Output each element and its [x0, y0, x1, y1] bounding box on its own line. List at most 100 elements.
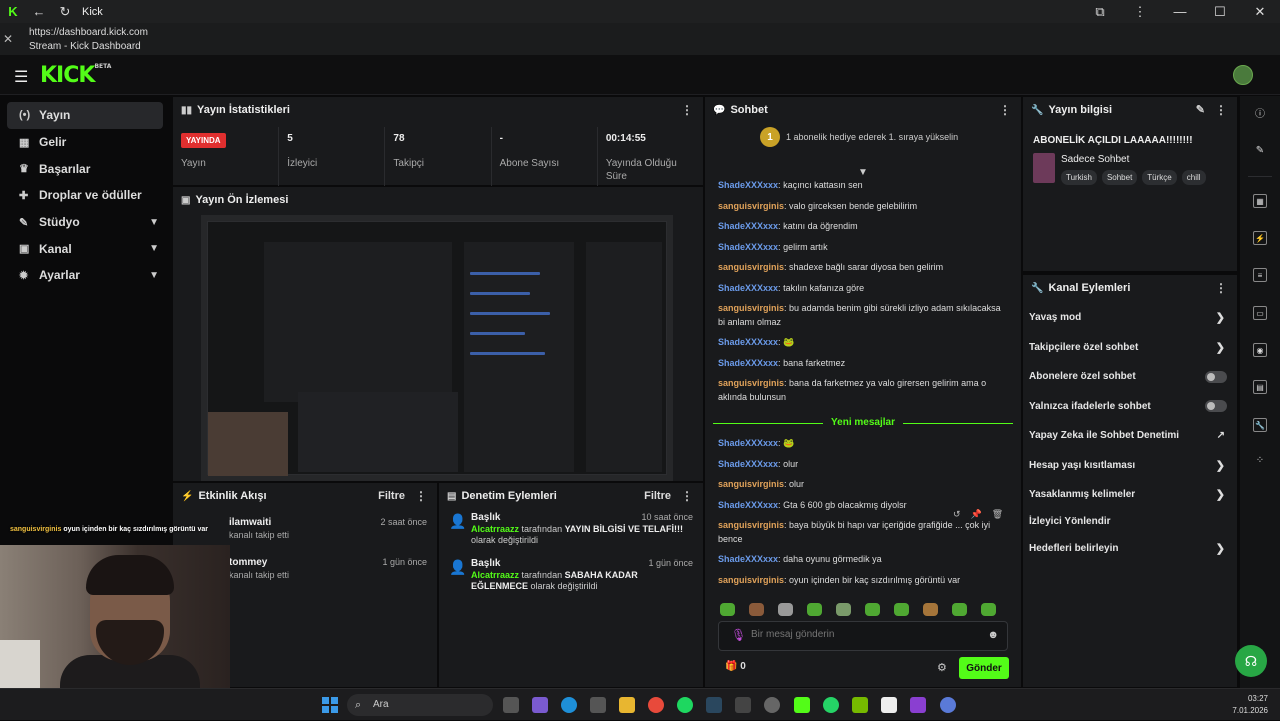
emote-icon[interactable] [981, 603, 996, 616]
pencil-icon[interactable]: ✎ [1253, 144, 1267, 158]
activity-filter-button[interactable]: Filtre [378, 490, 405, 502]
new-messages-divider: Yeni mesajlar [713, 417, 1013, 429]
right-rail: ⓘ ✎ ▦ ⚡ ≡ ▭ ◉ ▤ 🔧 ⁘ [1240, 96, 1280, 688]
moderation-filter-button[interactable]: Filtre [644, 490, 671, 502]
taskbar-app-icon[interactable] [735, 697, 751, 713]
delete-icon[interactable]: 🗑 [992, 509, 1003, 520]
moderation-panel: ▤ Denetim Eylemleri Filtre ⋮ 👤 Başlık 10 sa… [438, 482, 704, 688]
hamburger-menu-icon[interactable]: ☰ [14, 67, 28, 87]
close-icon[interactable]: ✕ [1240, 0, 1280, 23]
emotes-only-toggle[interactable] [1205, 400, 1227, 413]
taskbar-app-icon[interactable] [619, 697, 635, 713]
action-raid[interactable]: İzleyici Yönlendir [1023, 510, 1237, 534]
list-icon[interactable]: ≡ [1253, 268, 1267, 282]
kebab-icon[interactable]: ⋮ [1215, 281, 1227, 295]
points-display[interactable]: 🎁 0 [725, 661, 746, 672]
taskbar-app-icon[interactable] [823, 697, 839, 713]
preview-screen [207, 221, 667, 476]
moderation-icon[interactable]: ▤ [1253, 380, 1267, 394]
emote-icon[interactable] [865, 603, 880, 616]
reply-icon[interactable]: ↺ [953, 509, 961, 520]
overlay-chat-message: sanguisvirginis oyun içinden bir kaç sız… [10, 526, 209, 533]
sidebar-item-kanal[interactable]: ▣ Kanal ▼ [7, 235, 163, 262]
kebab-icon[interactable]: ⋮ [999, 103, 1011, 117]
taskbar-app-icon[interactable] [677, 697, 693, 713]
maximize-icon[interactable]: ☐ [1200, 0, 1240, 23]
microphone-icon[interactable]: 🎙 [731, 628, 746, 642]
taskbar-app-icon[interactable] [940, 697, 956, 713]
kebab-icon[interactable]: ⋮ [415, 489, 427, 503]
taskbar-app-icon[interactable] [503, 697, 519, 713]
emoji-icon[interactable]: ☻ [987, 629, 999, 641]
menu-icon[interactable]: ⋮ [1120, 0, 1160, 23]
wrench-icon[interactable]: 🔧 [1253, 418, 1267, 432]
edit-icon[interactable]: ✎ [1196, 103, 1205, 116]
minimize-icon[interactable]: — [1160, 0, 1200, 23]
kick-logo[interactable]: KICKBETA [40, 63, 111, 88]
refresh-icon[interactable]: ↻ [52, 0, 78, 23]
action-ai-moderation[interactable]: Yapay Zeka ile Sohbet Denetimi ↗ [1023, 421, 1237, 451]
taskbar-app-icon[interactable] [794, 697, 810, 713]
rank-badge: 1 [760, 127, 780, 147]
taskbar-search[interactable]: ⌕ Ara [347, 694, 493, 716]
sidebar-item-ayarlar[interactable]: ✹ Ayarlar ▼ [7, 262, 163, 289]
chat-settings-icon[interactable]: ⚙ [937, 661, 947, 674]
stats-icon[interactable]: ▦ [1253, 194, 1267, 208]
emote-icon[interactable] [778, 603, 793, 616]
sidebar-item-droplar[interactable]: ✚ Droplar ve ödüller [7, 182, 163, 209]
action-account-age[interactable]: Hesap yaşı kısıtlaması ❯ [1023, 451, 1237, 481]
start-button[interactable] [322, 697, 338, 713]
user-avatar[interactable] [1233, 65, 1253, 85]
taskbar-app-icon[interactable] [532, 697, 548, 713]
chat-icon[interactable]: ▭ [1253, 306, 1267, 320]
pin-icon[interactable]: 📌 [971, 509, 982, 520]
message-actions: ↺ 📌 🗑 [953, 509, 1003, 520]
clock[interactable]: 03:27 7.01.2026 [1232, 693, 1268, 717]
action-banned-words[interactable]: Yasaklanmış kelimeler ❯ [1023, 480, 1237, 510]
broadcast-icon[interactable]: ◉ [1253, 343, 1267, 357]
sidebar-item-studyo[interactable]: ✎ Stüdyo ▼ [7, 209, 163, 236]
stream-preview[interactable] [201, 215, 673, 481]
taskbar-app-icon[interactable] [706, 697, 722, 713]
stat-takipci: 78 Takipçi [385, 127, 492, 187]
emote-icon[interactable] [952, 603, 967, 616]
lightning-icon[interactable]: ⚡ [1253, 231, 1267, 245]
taskbar-app-icon[interactable] [881, 697, 897, 713]
back-icon[interactable]: ← [26, 0, 52, 23]
pin-toggle-icon[interactable]: ▼ [858, 167, 868, 178]
kebab-icon[interactable]: ⋮ [681, 103, 693, 117]
action-set-goals[interactable]: Hedefleri belirleyin ❯ [1023, 534, 1237, 564]
taskbar-app-icon[interactable] [910, 697, 926, 713]
help-button[interactable]: ☊ [1235, 645, 1267, 677]
send-button[interactable]: Gönder [959, 657, 1009, 679]
emote-icon[interactable] [836, 603, 851, 616]
taskbar-app-icon[interactable] [648, 697, 664, 713]
stat-izleyici: 5 İzleyici [279, 127, 386, 187]
kebab-icon[interactable]: ⋮ [1215, 103, 1227, 117]
emote-icon[interactable] [749, 603, 764, 616]
taskbar-app-icon[interactable] [590, 697, 606, 713]
emote-icon[interactable] [894, 603, 909, 616]
emote-icon[interactable] [807, 603, 822, 616]
info-icon[interactable]: ⓘ [1253, 108, 1267, 122]
activity-item: ilamwaiti kanalı takip etti 2 saat önce [229, 517, 427, 540]
preview-header: ▣ Yayın Ön İzlemesi [181, 194, 289, 206]
close-url-icon[interactable]: ✕ [3, 32, 13, 46]
chat-input[interactable] [751, 629, 971, 640]
kebab-icon[interactable]: ⋮ [681, 489, 693, 503]
taskbar-app-icon[interactable] [561, 697, 577, 713]
emote-icon[interactable] [720, 603, 735, 616]
action-slow-mode[interactable]: Yavaş mod ❯ [1023, 303, 1237, 333]
url-address[interactable]: https://dashboard.kick.com [29, 27, 148, 38]
action-followers-only[interactable]: Takipçilere özel sohbet ❯ [1023, 333, 1237, 363]
dots-icon[interactable]: ⁘ [1253, 454, 1267, 468]
subscribers-only-toggle[interactable] [1205, 370, 1227, 383]
taskbar-app-icon[interactable] [852, 697, 868, 713]
chat-input-box[interactable]: 🎙 ☻ [718, 621, 1008, 651]
sidebar-item-yayin[interactable]: (•) Yayın [7, 102, 163, 129]
sidebar-item-gelir[interactable]: ▦ Gelir [7, 129, 163, 156]
extension-icon[interactable]: ⧉ [1080, 0, 1120, 23]
emote-icon[interactable] [923, 603, 938, 616]
taskbar-app-icon[interactable] [764, 697, 780, 713]
sidebar-item-basarilar[interactable]: ♛ Başarılar [7, 155, 163, 182]
